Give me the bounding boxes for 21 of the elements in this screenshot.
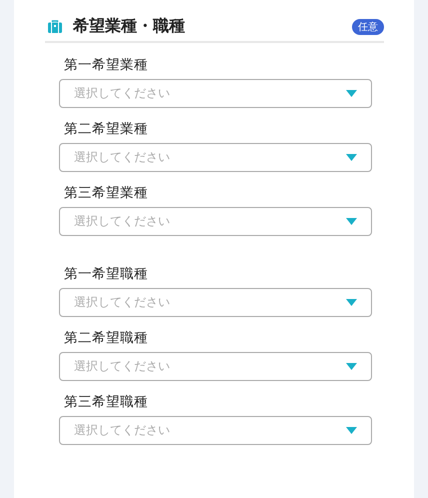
select-field[interactable]: 選択してください (59, 352, 372, 381)
caret-icon (346, 218, 357, 225)
field-label: 第三希望業種 (63, 184, 149, 202)
select-field[interactable]: 選択してください (59, 79, 372, 108)
field-label: 第三希望職種 (63, 393, 149, 411)
caret-icon (346, 154, 357, 161)
field-label: 第二希望業種 (63, 120, 149, 138)
field-label: 第二希望職種 (63, 329, 149, 347)
field-label: 第一希望業種 (63, 56, 149, 74)
caret-icon (346, 427, 357, 434)
optional-badge: 任意 (352, 18, 384, 34)
section-title: 希望業種・職種 (73, 16, 186, 37)
select-field[interactable]: 選択してください (59, 288, 372, 317)
caret-icon (346, 299, 357, 306)
select-field[interactable]: 選択してください (59, 416, 372, 445)
select-field[interactable]: 選択してください (59, 143, 372, 172)
caret-icon (346, 363, 357, 370)
caret-icon (346, 90, 357, 97)
briefcase-icon (48, 20, 62, 33)
select-field[interactable]: 選択してください (59, 207, 372, 236)
field-label: 第一希望職種 (63, 265, 149, 283)
